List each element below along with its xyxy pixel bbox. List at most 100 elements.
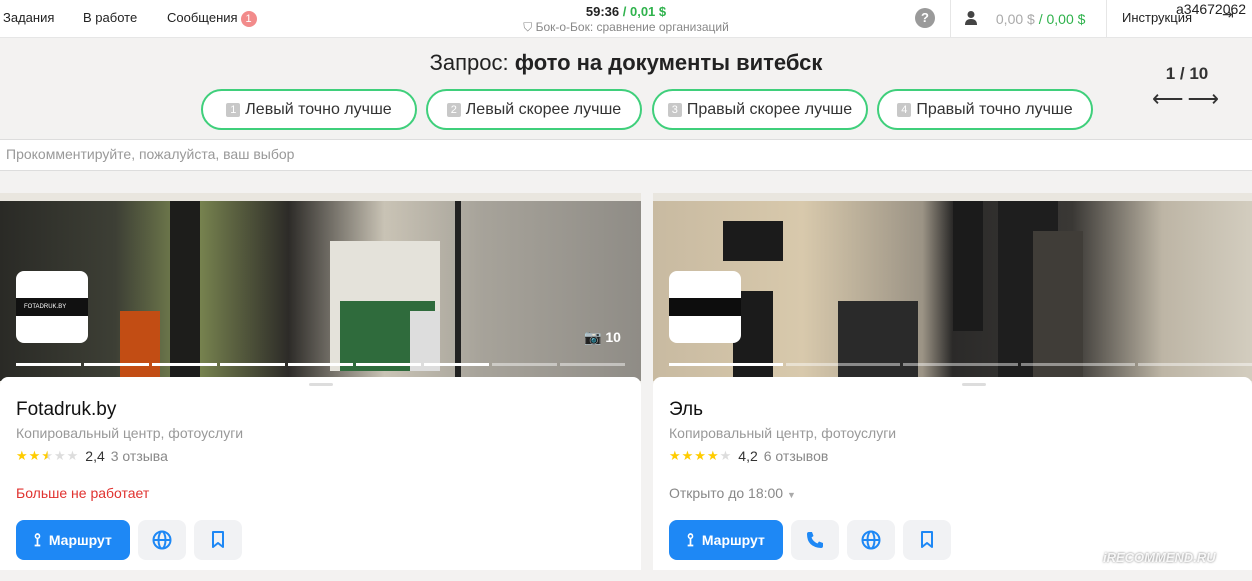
- bookmark-icon: [212, 531, 224, 548]
- hotkey-badge: 3: [667, 102, 682, 117]
- organization-name[interactable]: Эль: [669, 399, 703, 421]
- next-arrow-icon[interactable]: ⟶: [1188, 86, 1224, 111]
- organization-logo: [669, 271, 741, 343]
- balance: 0,00 $ / 0,00 $: [964, 10, 1085, 27]
- query-text: фото на документы витебск: [514, 50, 823, 75]
- call-button[interactable]: [791, 520, 839, 560]
- photo-count[interactable]: 📷 10: [584, 329, 621, 346]
- pair-navigation: ⟵⟶: [1152, 86, 1223, 112]
- timer-value: 59:36: [585, 4, 620, 19]
- logout-icon[interactable]: ⇥: [1222, 6, 1234, 23]
- shield-icon: ⛉: [523, 20, 533, 34]
- closed-status: Больше не работает: [16, 485, 150, 501]
- task-subtitle: Бок-о-Бок: сравнение организаций: [535, 20, 729, 34]
- choice-label: Левый точно лучше: [245, 100, 392, 118]
- opening-hours-label: Открыто до 18:00: [669, 485, 784, 501]
- nav-tasks[interactable]: Задания: [3, 10, 54, 25]
- choice-left-likely[interactable]: 2 Левый скорее лучше: [426, 89, 642, 130]
- website-button[interactable]: [847, 520, 895, 560]
- hotkey-badge: 4: [897, 102, 912, 117]
- reviews-link[interactable]: 3 отзыва: [111, 448, 168, 464]
- globe-icon: [152, 530, 172, 550]
- photo-progress-segment[interactable]: [356, 363, 421, 366]
- photo-progress-segment[interactable]: [16, 363, 81, 366]
- nav-messages-label: Сообщения: [167, 10, 238, 25]
- route-icon: ⟟: [34, 529, 41, 550]
- left-organization-card: FOTADRUK.BY 📷 10 Fotadruk.by Копировальн…: [0, 193, 641, 570]
- balance-sep: /: [1038, 11, 1043, 27]
- user-login[interactable]: a34672062: [1176, 1, 1246, 17]
- globe-icon: [861, 530, 881, 550]
- organization-logo: FOTADRUK.BY: [16, 271, 88, 343]
- organization-info: Fotadruk.by Копировальный центр, фотоусл…: [0, 377, 641, 570]
- photo-progress-segment[interactable]: [1020, 363, 1135, 366]
- route-label: Маршрут: [48, 532, 112, 548]
- photo-progress-segment[interactable]: [786, 363, 901, 366]
- drag-handle[interactable]: [309, 383, 333, 386]
- photo-progress-segment[interactable]: [669, 363, 784, 366]
- photo-progress-segment[interactable]: [152, 363, 217, 366]
- top-bar: Задания В работе Сообщения 1 59:36 / 0,01…: [0, 0, 1252, 38]
- rating-stars: ★★★★★: [16, 448, 80, 463]
- choice-right-sure[interactable]: 4 Правый точно лучше: [877, 89, 1093, 130]
- bookmark-icon: [921, 531, 933, 548]
- rating-stars: ★★★★★: [669, 448, 733, 463]
- comment-input[interactable]: Прокомментируйте, пожалуйста, ваш выбор: [0, 139, 1252, 171]
- route-button[interactable]: ⟟ Маршрут: [16, 520, 130, 560]
- choice-left-sure[interactable]: 1 Левый точно лучше: [201, 89, 417, 130]
- organization-category: Копировальный центр, фотоуслуги: [16, 425, 244, 441]
- phone-icon: [807, 532, 823, 548]
- photo-progress-segment[interactable]: [492, 363, 557, 366]
- photo-progress-segment[interactable]: [560, 363, 625, 366]
- choice-right-likely[interactable]: 3 Правый скорее лучше: [652, 89, 868, 130]
- logo-text: FOTADRUK.BY: [16, 298, 88, 316]
- user-icon[interactable]: [964, 10, 978, 26]
- divider: [1106, 0, 1107, 38]
- organization-category: Копировальный центр, фотоуслуги: [669, 425, 897, 441]
- drag-handle[interactable]: [962, 383, 986, 386]
- website-button[interactable]: [138, 520, 186, 560]
- route-label: Маршрут: [701, 532, 765, 548]
- chevron-down-icon: ▼: [786, 490, 796, 500]
- messages-badge: 1: [240, 11, 257, 27]
- photo-count-value: 10: [605, 329, 621, 345]
- divider: [950, 0, 951, 38]
- camera-icon: 📷: [584, 329, 602, 345]
- right-organization-card: Эль Копировальный центр, фотоуслуги ★★★★…: [653, 193, 1252, 570]
- photo-progress-segment[interactable]: [1137, 363, 1252, 366]
- opening-hours[interactable]: Открыто до 18:00 ▼: [669, 485, 796, 501]
- photo-progress-segment[interactable]: [424, 363, 489, 366]
- hotkey-badge: 1: [226, 102, 241, 117]
- timer-sep: /: [622, 4, 627, 19]
- organization-photo[interactable]: [653, 201, 1252, 381]
- choice-label: Левый скорее лучше: [465, 100, 622, 118]
- query-label: Запрос:: [429, 50, 509, 75]
- photo-progress: [669, 363, 1252, 366]
- task-reward: 0,01 $: [629, 4, 667, 19]
- route-button[interactable]: ⟟ Маршрут: [669, 520, 783, 560]
- photo-progress-segment[interactable]: [288, 363, 353, 366]
- organization-rating: ★★★★★ 2,4 3 отзыва: [16, 448, 168, 464]
- bookmark-button[interactable]: [194, 520, 242, 560]
- pair-counter: 1 / 10: [1165, 64, 1209, 83]
- organization-photo[interactable]: FOTADRUK.BY 📷 10: [0, 201, 641, 381]
- prev-arrow-icon[interactable]: ⟵: [1152, 86, 1188, 111]
- help-icon[interactable]: ?: [915, 8, 935, 28]
- balance-available: 0,00 $: [1046, 11, 1086, 27]
- balance-pending: 0,00 $: [995, 11, 1035, 27]
- photo-scene: [723, 201, 1083, 381]
- photo-progress-segment[interactable]: [220, 363, 285, 366]
- organization-rating: ★★★★★ 4,2 6 отзывов: [669, 448, 828, 464]
- bookmark-button[interactable]: [903, 520, 951, 560]
- photo-progress-segment[interactable]: [84, 363, 149, 366]
- choice-label: Правый точно лучше: [916, 100, 1073, 118]
- route-icon: ⟟: [687, 529, 694, 550]
- photo-progress: [16, 363, 625, 366]
- reviews-link[interactable]: 6 отзывов: [764, 448, 829, 464]
- organization-info: Эль Копировальный центр, фотоуслуги ★★★★…: [653, 377, 1252, 570]
- nav-messages[interactable]: Сообщения 1: [167, 10, 257, 27]
- photo-progress-segment[interactable]: [903, 363, 1018, 366]
- nav-in-work[interactable]: В работе: [83, 10, 137, 25]
- organization-name[interactable]: Fotadruk.by: [16, 399, 116, 421]
- choice-label: Правый скорее лучше: [686, 100, 853, 118]
